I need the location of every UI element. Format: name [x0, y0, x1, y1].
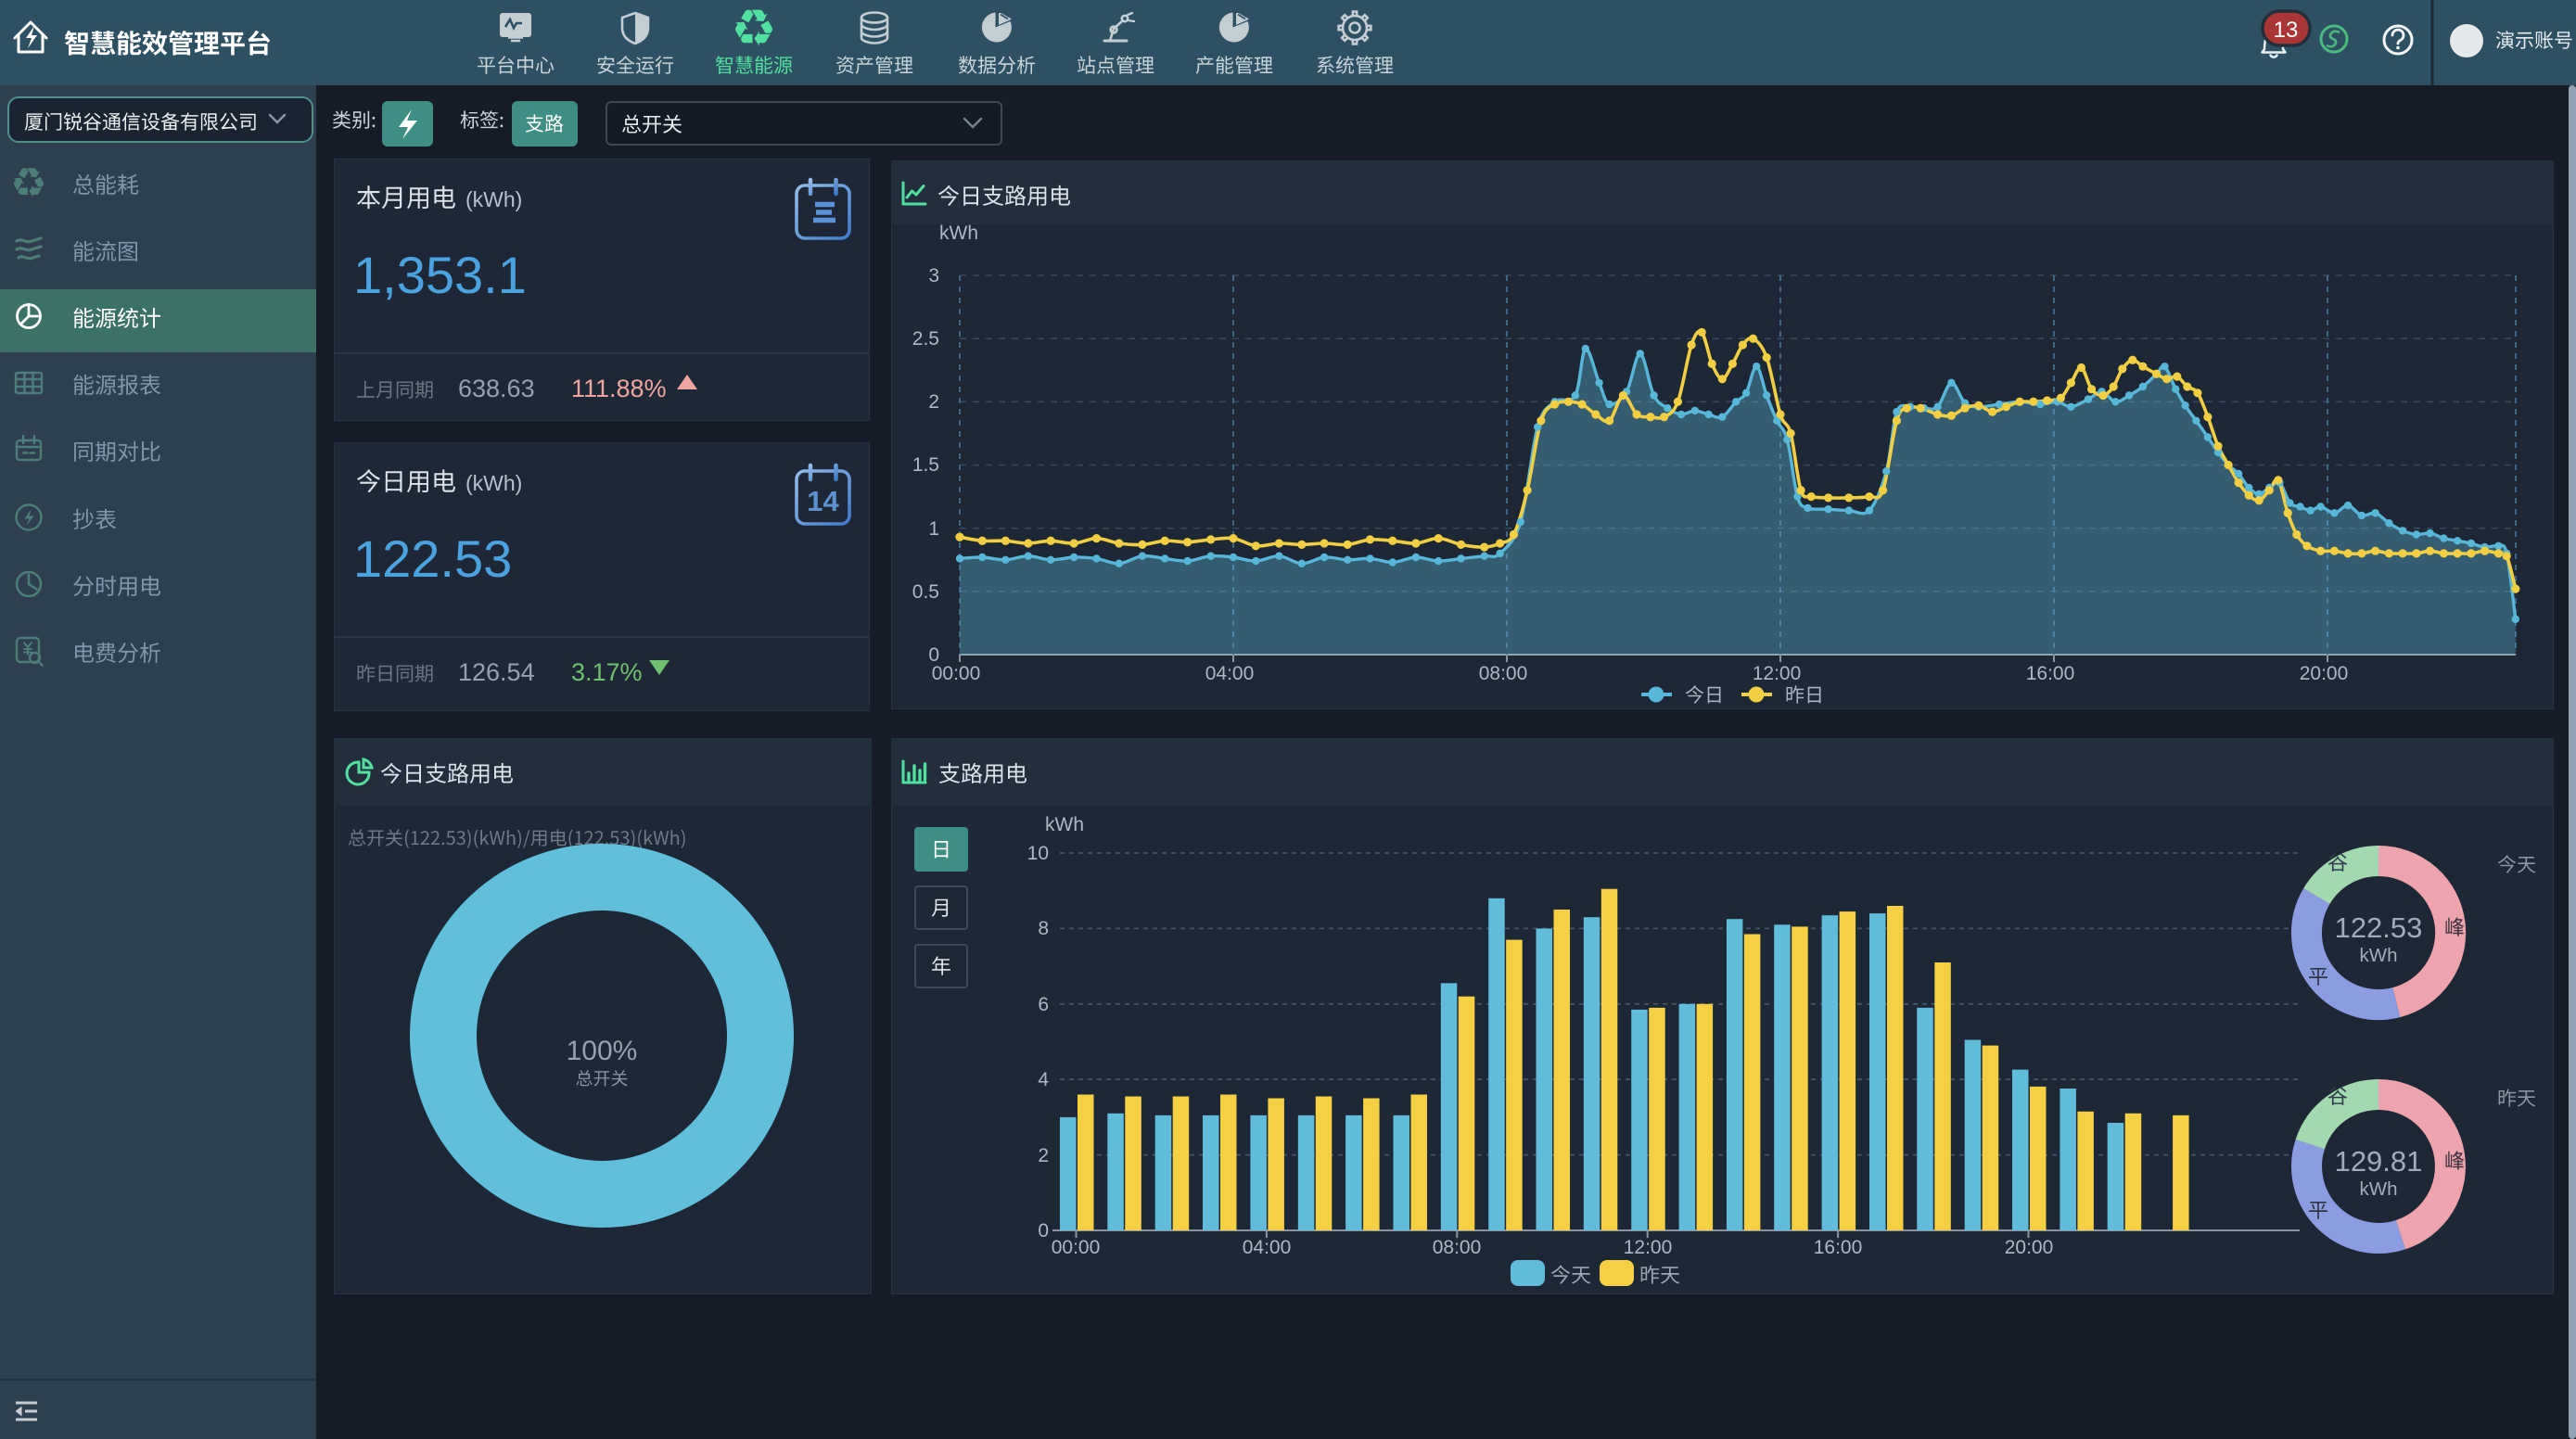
svg-text:4: 4: [1038, 1069, 1049, 1090]
svg-text:2: 2: [928, 391, 939, 413]
svg-text:10: 10: [1027, 843, 1049, 864]
svg-text:12:00: 12:00: [1753, 663, 1802, 684]
svg-text:0: 0: [1038, 1220, 1049, 1242]
svg-text:08:00: 08:00: [1433, 1237, 1482, 1258]
svg-text:111.88%: 111.88%: [571, 375, 667, 402]
svg-text:14: 14: [807, 485, 839, 517]
svg-text:20:00: 20:00: [2300, 663, 2349, 684]
svg-text:kWh: kWh: [939, 223, 978, 244]
svg-text:1,353.1: 1,353.1: [353, 246, 527, 304]
svg-text:16:00: 16:00: [2026, 663, 2075, 684]
svg-text:00:00: 00:00: [932, 663, 981, 684]
svg-text:3: 3: [928, 265, 939, 287]
svg-text:0.5: 0.5: [912, 581, 939, 603]
svg-text:1: 1: [928, 518, 939, 540]
svg-text:00:00: 00:00: [1052, 1237, 1101, 1258]
svg-text:1.5: 1.5: [912, 454, 939, 476]
svg-text:kWh: kWh: [2360, 945, 2398, 966]
svg-text:kWh: kWh: [2360, 1178, 2398, 1200]
svg-text:8: 8: [1038, 918, 1049, 939]
svg-text:638.63: 638.63: [458, 375, 535, 402]
svg-text:100%: 100%: [567, 1036, 638, 1066]
svg-text:04:00: 04:00: [1243, 1237, 1292, 1258]
svg-text:08:00: 08:00: [1479, 663, 1528, 684]
svg-text:(kWh): (kWh): [465, 187, 522, 211]
svg-text:12:00: 12:00: [1624, 1237, 1673, 1258]
svg-text:122.53: 122.53: [353, 529, 512, 588]
svg-text:126.54: 126.54: [458, 658, 535, 686]
svg-text:20:00: 20:00: [2005, 1237, 2054, 1258]
svg-text:6: 6: [1038, 994, 1049, 1015]
svg-text:(kWh): (kWh): [465, 471, 522, 495]
svg-text:2.5: 2.5: [912, 328, 939, 350]
svg-text:129.81: 129.81: [2335, 1145, 2423, 1178]
svg-text:04:00: 04:00: [1205, 663, 1255, 684]
svg-text:122.53: 122.53: [2335, 911, 2423, 944]
svg-text:kWh: kWh: [1045, 814, 1084, 835]
svg-text:2: 2: [1038, 1145, 1049, 1166]
svg-text:3.17%: 3.17%: [571, 658, 643, 686]
svg-text:16:00: 16:00: [1814, 1237, 1863, 1258]
svg-text:13: 13: [2274, 18, 2299, 43]
